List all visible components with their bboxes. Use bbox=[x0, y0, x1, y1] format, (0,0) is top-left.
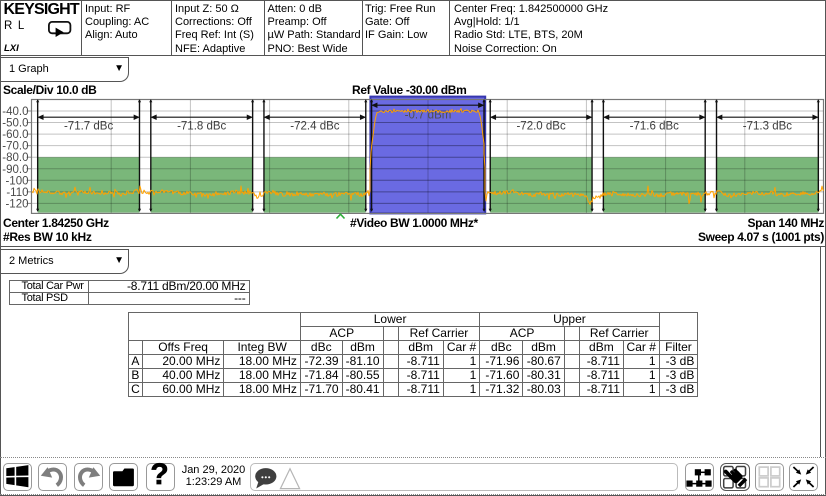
svg-text:-90.0: -90.0 bbox=[2, 164, 28, 176]
svg-text:-120: -120 bbox=[5, 198, 28, 210]
svg-text:-71.8 dBc: -71.8 dBc bbox=[177, 121, 226, 133]
svg-text:-71.7 dBc: -71.7 dBc bbox=[64, 121, 113, 133]
svg-text:-72.4 dBc: -72.4 dBc bbox=[290, 121, 339, 133]
svg-text:-110: -110 bbox=[6, 187, 28, 199]
svg-text:-80.0: -80.0 bbox=[2, 152, 28, 164]
svg-text:-71.3 dBc: -71.3 dBc bbox=[743, 121, 792, 133]
svg-text:-40.0: -40.0 bbox=[2, 106, 28, 118]
svg-text:-72.0 dBc: -72.0 dBc bbox=[516, 121, 565, 133]
svg-text:-70.0: -70.0 bbox=[2, 141, 28, 153]
svg-text:-60.0: -60.0 bbox=[2, 129, 28, 141]
svg-text:-50.0: -50.0 bbox=[2, 118, 28, 130]
svg-text:-71.6 dBc: -71.6 dBc bbox=[630, 121, 679, 133]
svg-text:-100: -100 bbox=[5, 175, 28, 187]
